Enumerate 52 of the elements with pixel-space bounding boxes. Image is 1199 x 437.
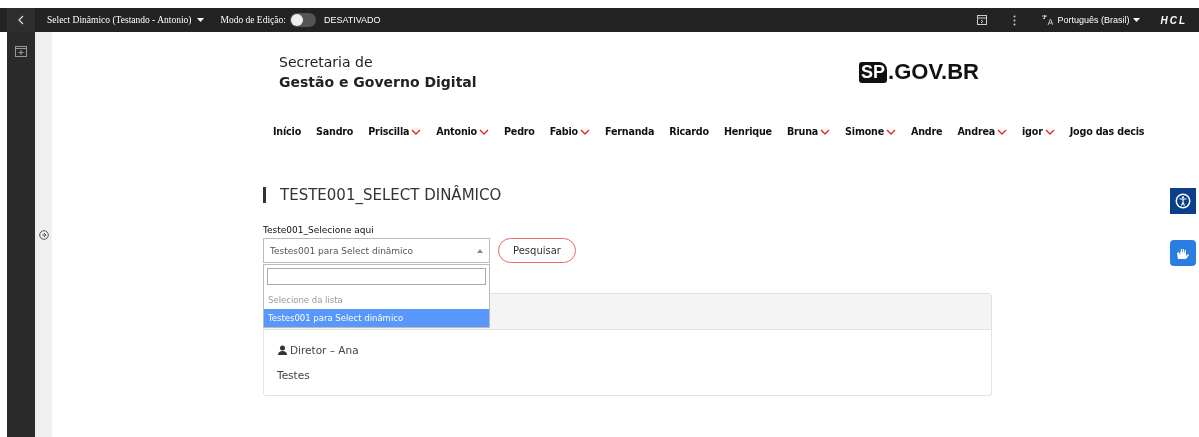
page-selector[interactable]: Select Dinâmico (Testando - Antonio) xyxy=(47,15,205,25)
language-selector[interactable]: Português (Brasil) xyxy=(1034,15,1149,25)
person-icon xyxy=(278,345,287,355)
chevron-down-icon xyxy=(886,128,896,135)
nav-link[interactable]: Andre xyxy=(911,126,943,137)
chevron-down-icon xyxy=(820,128,831,135)
edit-mode-status: DESATIVADO xyxy=(323,15,381,25)
nav-link[interactable]: Pedro xyxy=(504,126,535,137)
nav-link[interactable]: Jogo das decis xyxy=(1069,126,1145,137)
translate-icon xyxy=(1042,15,1054,25)
person-name: Diretor – Ana xyxy=(290,344,359,356)
chevron-down-icon xyxy=(1044,128,1055,135)
nav-link[interactable]: Henrique xyxy=(723,126,772,137)
nav-link[interactable]: Fabio xyxy=(549,126,590,137)
caret-icon xyxy=(197,18,205,22)
back-button[interactable] xyxy=(7,8,35,32)
nav-link[interactable]: Simone xyxy=(845,126,896,137)
add-panel-icon xyxy=(15,46,27,57)
nav-link[interactable]: Ricardo xyxy=(669,126,709,137)
hands-icon xyxy=(1175,246,1191,260)
sign-language-button[interactable] xyxy=(1170,240,1196,266)
panel-icon xyxy=(977,15,988,25)
chevron-down-icon xyxy=(411,128,422,135)
chevron-left-icon xyxy=(18,15,24,25)
accessibility-button[interactable] xyxy=(1170,188,1196,214)
edit-mode-label: Modo de Edição: xyxy=(220,15,286,25)
site-logo[interactable]: SP.GOV.BR xyxy=(859,59,979,85)
more-vertical-icon xyxy=(1013,14,1017,26)
chevron-down-icon xyxy=(479,128,489,135)
accessibility-icon xyxy=(1175,193,1191,209)
select-label: Teste001_Selecione aqui xyxy=(263,225,375,235)
expand-circle-icon[interactable] xyxy=(38,229,49,240)
caret-icon xyxy=(1133,18,1141,22)
brand-logo: HCL xyxy=(1160,14,1187,26)
chevron-down-icon xyxy=(579,128,590,135)
nav-link[interactable]: Priscilla xyxy=(368,126,422,137)
caret-icon xyxy=(477,248,483,253)
nav-link[interactable]: Fernanda xyxy=(604,126,655,137)
org-name-line: Secretaria de xyxy=(279,54,374,70)
edit-mode-toggle[interactable] xyxy=(289,13,316,27)
nav-link[interactable]: Bruna xyxy=(786,126,831,137)
chevron-down-icon xyxy=(997,128,1008,135)
nav-link[interactable]: Início xyxy=(273,126,302,137)
select-field[interactable]: Testes001 para Select dinâmico xyxy=(263,238,490,263)
card-text: Testes xyxy=(277,369,311,381)
nav-link[interactable]: Antonio xyxy=(436,126,489,137)
nav-link[interactable]: Andrea xyxy=(957,126,1008,137)
nav-link[interactable]: igor xyxy=(1022,126,1055,137)
org-name-bold: Gestão e Governo Digital xyxy=(279,74,477,90)
nav-link[interactable]: Sandro xyxy=(316,126,354,137)
dropdown-search-field[interactable] xyxy=(267,268,486,285)
search-button[interactable]: Pesquisar xyxy=(498,238,576,263)
